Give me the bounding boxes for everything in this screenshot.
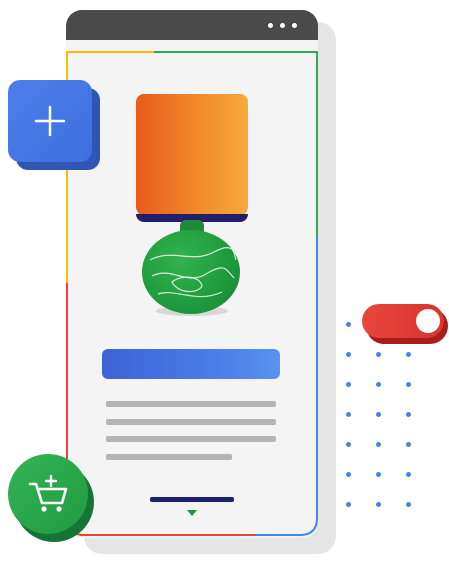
- grid-dot: [346, 352, 351, 357]
- text-line: [106, 454, 232, 460]
- border-right-blue: [316, 237, 318, 517]
- add-button[interactable]: [8, 80, 92, 162]
- grid-dot: [346, 322, 351, 327]
- text-line: [106, 419, 276, 425]
- add-to-cart-icon: [28, 474, 68, 512]
- grid-dot: [346, 382, 351, 387]
- browser-top-bar: [66, 10, 318, 40]
- grid-dot: [346, 412, 351, 417]
- border-top-green: [154, 51, 318, 53]
- border-bottom-red: [80, 534, 256, 536]
- more-horizontal-icon-dot: [280, 23, 285, 28]
- grid-dot: [406, 502, 411, 507]
- grid-dot: [406, 442, 411, 447]
- grid-dot: [346, 442, 351, 447]
- lamp-base-pattern: [149, 247, 237, 298]
- lamp-shade: [136, 94, 248, 218]
- toggle-knob[interactable]: [416, 309, 440, 333]
- plus-icon: [34, 105, 66, 137]
- text-line: [106, 401, 276, 407]
- illustration-canvas: [0, 0, 449, 561]
- grid-dot: [376, 352, 381, 357]
- grid-dot: [346, 472, 351, 477]
- border-corner-bottom-right: [299, 504, 318, 536]
- section-underline: [150, 497, 234, 502]
- grid-dot: [406, 352, 411, 357]
- add-to-cart-button[interactable]: [8, 454, 88, 534]
- more-horizontal-icon[interactable]: [268, 23, 273, 28]
- grid-dot: [376, 382, 381, 387]
- border-top-yellow: [66, 51, 154, 53]
- grid-dot: [376, 472, 381, 477]
- grid-dot: [406, 412, 411, 417]
- grid-dot: [346, 502, 351, 507]
- grid-dot: [406, 382, 411, 387]
- grid-dot: [376, 502, 381, 507]
- grid-dot: [376, 412, 381, 417]
- more-horizontal-icon-dot: [292, 23, 297, 28]
- chevron-down-icon[interactable]: [187, 510, 197, 516]
- grid-dot: [406, 472, 411, 477]
- text-line: [106, 436, 276, 442]
- product-title-bar[interactable]: [102, 349, 280, 379]
- grid-dot: [376, 442, 381, 447]
- border-right-green: [316, 51, 318, 237]
